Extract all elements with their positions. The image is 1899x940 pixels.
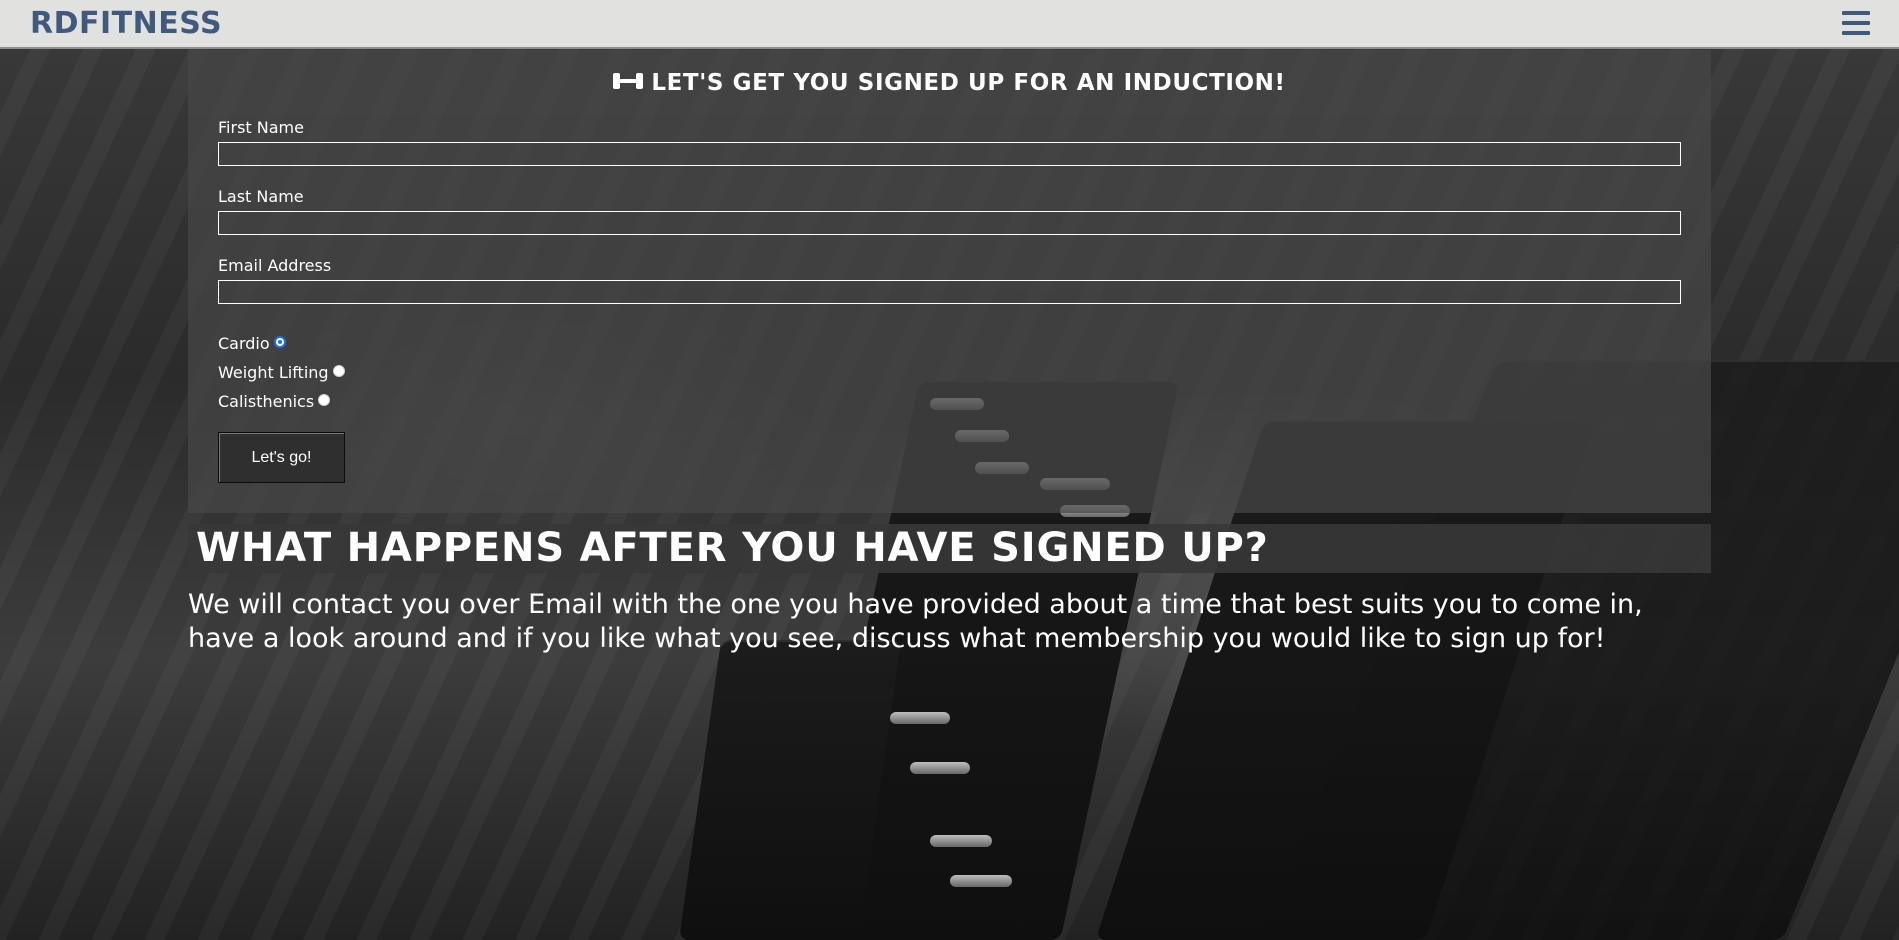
cardio-radio[interactable] — [273, 335, 286, 348]
info-text: We will contact you over Email with the … — [188, 589, 1643, 654]
brand-logo[interactable]: RDFITNESS — [30, 6, 222, 41]
option-cardio-label: Cardio — [218, 334, 270, 353]
option-weight-lifting-label: Weight Lifting — [218, 363, 329, 382]
calisthenics-radio[interactable] — [318, 393, 331, 406]
form-title: LET'S GET YOU SIGNED UP FOR AN INDUCTION… — [188, 70, 1711, 96]
navbar: RDFITNESS — [0, 0, 1899, 49]
weight-lifting-radio[interactable] — [332, 364, 345, 377]
last-name-label: Last Name — [218, 187, 304, 206]
dumbbell-icon — [613, 70, 644, 92]
first-name-label: First Name — [218, 118, 304, 137]
option-calisthenics[interactable]: Calisthenics — [218, 392, 331, 411]
first-name-input[interactable] — [218, 142, 1681, 166]
option-calisthenics-label: Calisthenics — [218, 392, 315, 411]
option-cardio[interactable]: Cardio — [218, 334, 286, 353]
email-address-label: Email Address — [218, 256, 332, 275]
info-heading: WHAT HAPPENS AFTER YOU HAVE SIGNED UP? — [188, 524, 1711, 573]
submit-button[interactable]: Let's go! — [218, 432, 345, 483]
hamburger-menu-icon[interactable] — [1842, 10, 1870, 36]
option-weight-lifting[interactable]: Weight Lifting — [218, 363, 345, 382]
last-name-input[interactable] — [218, 211, 1681, 235]
form-title-text: LET'S GET YOU SIGNED UP FOR AN INDUCTION… — [651, 70, 1286, 96]
email-address-input[interactable] — [218, 280, 1681, 304]
induction-signup-form: LET'S GET YOU SIGNED UP FOR AN INDUCTION… — [188, 50, 1711, 513]
